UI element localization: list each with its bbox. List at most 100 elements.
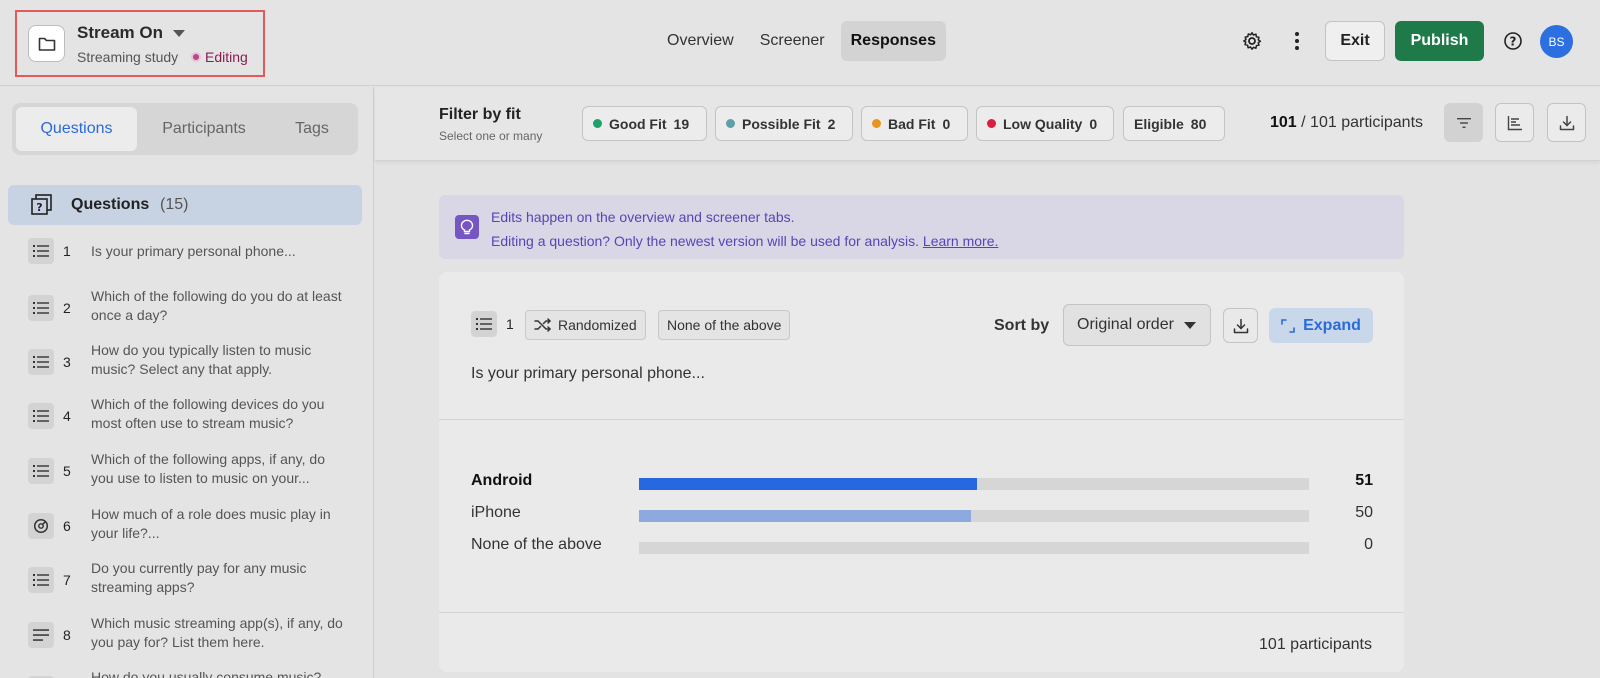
chart-bar-row: Android 51 [471, 472, 1373, 494]
svg-text:?: ? [1510, 35, 1517, 49]
chip-count: 0 [1089, 115, 1098, 132]
shuffle-icon [534, 318, 551, 332]
bar-track [639, 510, 1309, 522]
more-vertical-icon[interactable] [1281, 25, 1313, 57]
question-number: 1 [506, 316, 514, 332]
avatar[interactable]: BS [1540, 25, 1573, 58]
tag-label: Randomized [558, 317, 637, 333]
info-line-1: Edits happen on the overview and screene… [491, 209, 795, 225]
question-number: 4 [63, 408, 71, 424]
none-of-above-tag: None of the above [658, 310, 791, 340]
filter-chip-possible-fit[interactable]: Possible Fit 2 [715, 106, 853, 141]
tab-overview[interactable]: Overview [657, 21, 744, 61]
question-text: Do you currently pay for any music strea… [91, 560, 307, 595]
status-dot-icon [987, 119, 996, 128]
help-icon[interactable]: ? [1497, 25, 1529, 57]
sort-label: Sort by [994, 317, 1050, 334]
bar-value: 50 [1355, 504, 1373, 521]
chip-label: Good Fit [609, 115, 667, 132]
chip-label: Eligible [1134, 115, 1184, 132]
chip-label: Possible Fit [742, 115, 821, 132]
top-bar: Stream On Streaming study Editing Overvi… [0, 0, 1600, 86]
filter-chip-bad-fit[interactable]: Bad Fit 0 [861, 106, 968, 141]
divider [439, 612, 1404, 613]
learn-more-link[interactable]: Learn more. [923, 233, 998, 249]
expand-label: Expand [1303, 316, 1361, 334]
status-dot-icon [191, 52, 201, 62]
question-number: 3 [63, 354, 71, 370]
sidebar: Questions Participants Tags ? Questions … [0, 87, 374, 678]
bar-fill [639, 478, 978, 490]
chip-label: Bad Fit [888, 115, 936, 132]
filter-chip-eligible[interactable]: Eligible 80 [1123, 106, 1225, 141]
publish-button[interactable]: Publish [1395, 21, 1484, 61]
question-number: 2 [63, 300, 71, 316]
participant-count: 101 / 101 participants [1270, 114, 1423, 132]
chip-count: 2 [827, 115, 836, 132]
question-text: Which music streaming app(s), if any, do… [91, 615, 343, 650]
bar-value: 0 [1364, 536, 1373, 553]
tab-participants[interactable]: Participants [144, 107, 264, 151]
question-card: 1 Randomized None of the above Sort by O… [439, 272, 1404, 672]
download-icon[interactable] [1547, 103, 1586, 142]
list-icon [28, 349, 54, 375]
participants-footer: 101 participants [1259, 636, 1372, 653]
bar-label: None of the above [471, 536, 602, 553]
list-icon [28, 295, 54, 321]
tab-questions[interactable]: Questions [16, 107, 137, 151]
bar-chart-icon[interactable] [1495, 103, 1534, 142]
question-number: 1 [63, 243, 71, 259]
questions-header-count: (15) [160, 196, 189, 213]
question-number: 5 [63, 463, 71, 479]
chart-bar-row: iPhone 50 [471, 504, 1373, 526]
text-lines-icon [28, 622, 54, 648]
question-number: 6 [63, 518, 71, 534]
list-icon [28, 567, 54, 593]
participants-total: / 101 participants [1301, 114, 1424, 131]
status-dot-icon [593, 119, 602, 128]
gear-icon[interactable] [1236, 25, 1268, 57]
filter-title: Filter by fit [439, 106, 521, 123]
filter-bar: Filter by fit Select one or many Good Fi… [375, 87, 1600, 161]
expand-button[interactable]: Expand [1269, 308, 1373, 343]
chip-count: 19 [673, 115, 690, 132]
folder-icon[interactable] [28, 25, 65, 62]
download-icon[interactable] [1223, 308, 1258, 343]
questions-header-label: Questions [71, 196, 150, 213]
lightbulb-icon [455, 215, 479, 239]
status-label: Editing [205, 49, 248, 65]
study-title[interactable]: Stream On [77, 23, 163, 43]
chip-label: Low Quality [1003, 115, 1083, 132]
study-selector[interactable]: Stream On Streaming study Editing [15, 10, 265, 77]
filter-lines-icon[interactable] [1444, 103, 1483, 142]
question-text: Which of the following do you do at leas… [91, 288, 342, 323]
questions-header[interactable]: ? Questions (15) [8, 185, 362, 225]
bar-track [639, 542, 1309, 554]
sort-value: Original order [1077, 316, 1174, 333]
bar-value: 51 [1355, 472, 1373, 489]
chevron-down-icon[interactable] [173, 30, 185, 37]
list-icon [28, 403, 54, 429]
info-banner: Edits happen on the overview and screene… [439, 195, 1404, 259]
filter-chip-low-quality[interactable]: Low Quality 0 [976, 106, 1114, 141]
sort-select[interactable]: Original order [1063, 304, 1211, 346]
study-subtitle: Streaming study [77, 49, 179, 65]
question-text: How do you typically listen to music mus… [91, 342, 312, 377]
sidebar-tabs: Questions Participants Tags [12, 103, 358, 155]
bar-label: iPhone [471, 504, 521, 521]
svg-text:?: ? [36, 201, 42, 214]
gauge-icon [28, 513, 54, 539]
question-number: 8 [63, 627, 71, 643]
filter-chip-good-fit[interactable]: Good Fit 19 [582, 106, 707, 141]
chip-count: 0 [942, 115, 951, 132]
tab-responses[interactable]: Responses [840, 21, 946, 61]
question-text: Is your primary personal phone... [91, 243, 296, 259]
bar-track [639, 478, 1309, 490]
exit-button[interactable]: Exit [1325, 21, 1385, 61]
tab-screener[interactable]: Screener [750, 21, 835, 61]
divider [439, 419, 1404, 420]
tab-tags[interactable]: Tags [270, 107, 354, 151]
question-text: How much of a role does music play in yo… [91, 506, 331, 541]
randomized-tag: Randomized [525, 310, 646, 340]
tag-label: None of the above [667, 317, 782, 333]
